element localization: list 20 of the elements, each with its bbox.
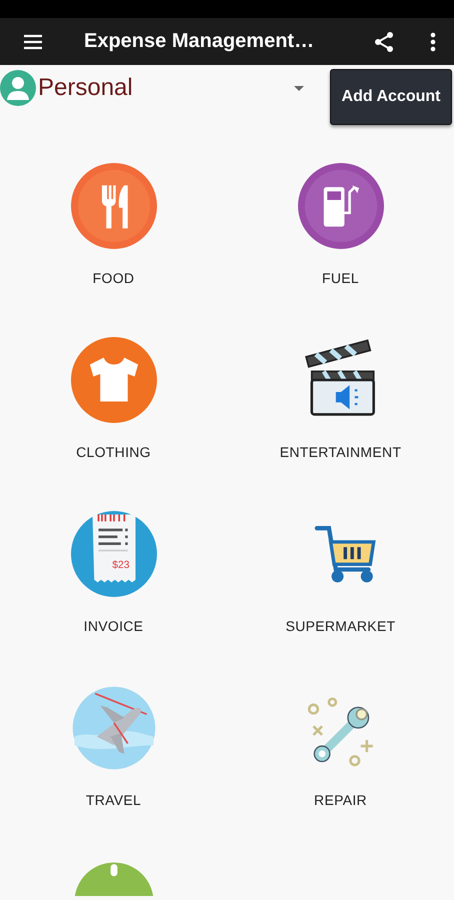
fuel-pump-icon[interactable] xyxy=(298,163,384,249)
add-account-button[interactable]: Add Account xyxy=(330,69,452,125)
category-label[interactable]: TRAVEL xyxy=(86,791,142,809)
amount-text: $23 xyxy=(112,560,129,571)
account-dropdown[interactable]: Personal xyxy=(0,65,330,108)
caret-icon xyxy=(294,86,304,90)
category-label[interactable]: SUPERMARKET xyxy=(286,617,396,635)
avatar-icon xyxy=(0,70,36,106)
category-label[interactable]: INVOICE xyxy=(84,617,144,635)
share-icon[interactable] xyxy=(372,30,396,54)
t-shirt-icon[interactable] xyxy=(70,337,156,423)
app-title: Expense Management… xyxy=(84,30,316,53)
category-label[interactable]: REPAIR xyxy=(314,791,367,809)
fork-knife-icon[interactable] xyxy=(70,163,156,249)
more-options-icon[interactable] xyxy=(430,30,436,54)
category-label[interactable]: ENTERTAINMENT xyxy=(280,443,402,461)
receipt-icon[interactable]: $23 xyxy=(70,511,156,597)
category-label[interactable]: FUEL xyxy=(322,269,359,287)
category-label[interactable]: CLOTHING xyxy=(76,443,151,461)
category-label[interactable]: FOOD xyxy=(92,269,134,287)
